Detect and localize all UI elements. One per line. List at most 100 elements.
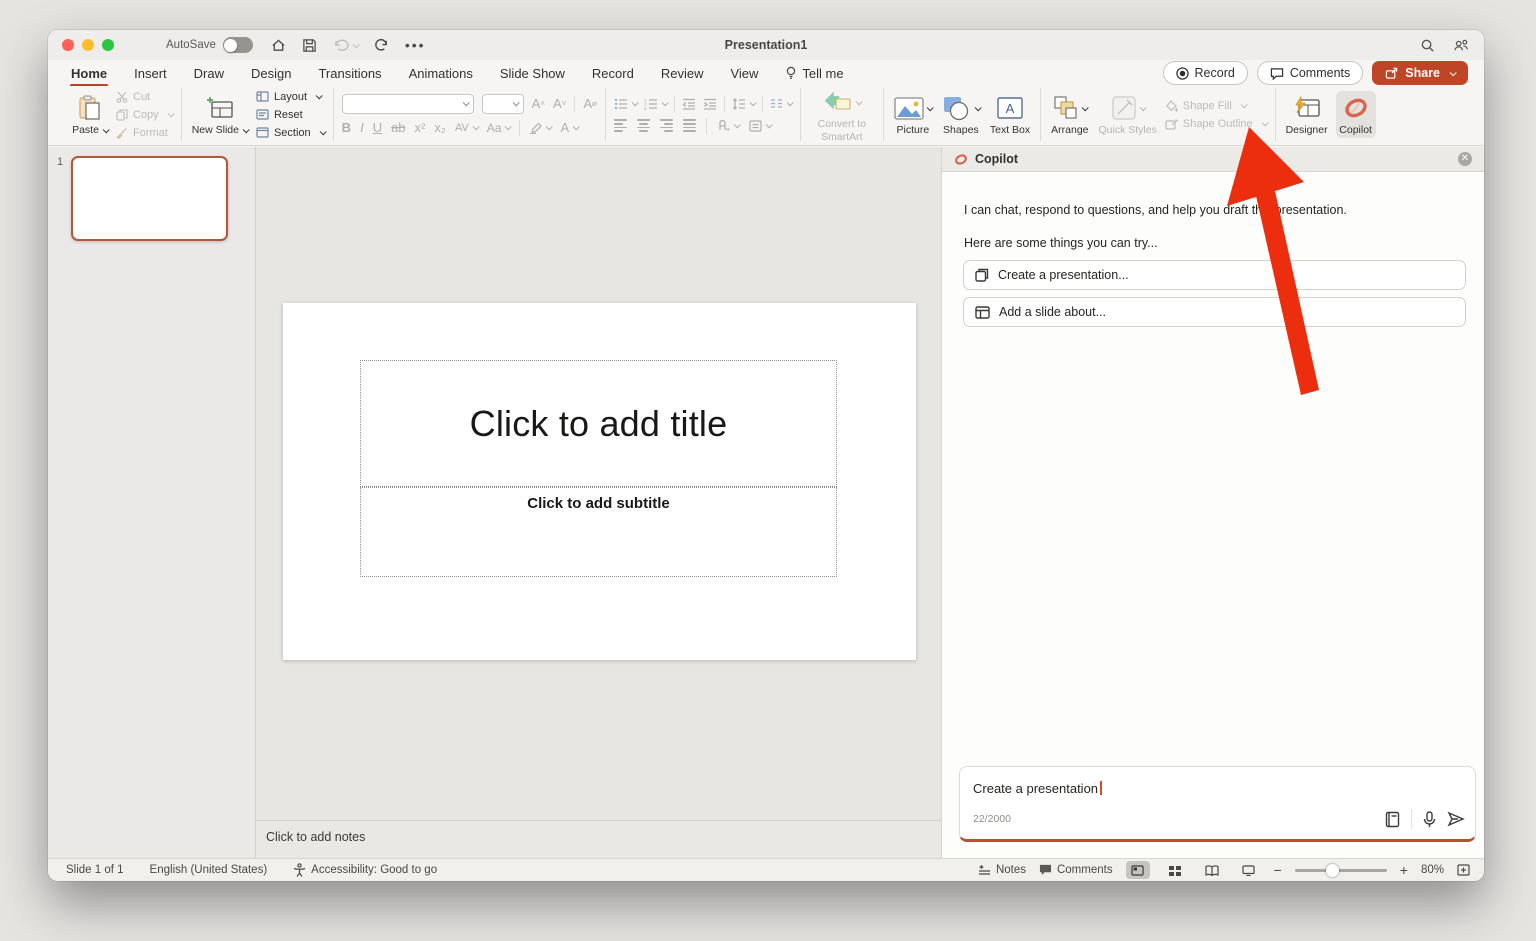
picture-button[interactable]: Picture: [892, 91, 934, 137]
copy-button[interactable]: Copy: [116, 107, 173, 122]
reset-button[interactable]: Reset: [256, 107, 325, 122]
shape-fill-chevron-icon: [1240, 101, 1247, 108]
notes-pane[interactable]: Click to add notes: [256, 820, 941, 858]
change-case-button[interactable]: Aa: [487, 121, 511, 135]
character-spacing-button[interactable]: AV: [455, 122, 478, 134]
slideshow-view-button[interactable]: [1237, 861, 1261, 879]
shapes-button[interactable]: Shapes: [940, 91, 982, 137]
align-center-button[interactable]: [637, 119, 650, 131]
bullets-button[interactable]: [614, 98, 637, 110]
justify-button[interactable]: [683, 119, 696, 131]
close-window-button[interactable]: [62, 39, 74, 51]
record-button[interactable]: Record: [1163, 61, 1248, 85]
copilot-button[interactable]: Copilot: [1336, 91, 1376, 137]
columns-button[interactable]: [770, 98, 792, 109]
convert-to-smartart-button[interactable]: Convert to SmartArt: [809, 85, 875, 143]
strikethrough-button[interactable]: ab: [391, 120, 405, 135]
quick-styles-button[interactable]: Quick Styles: [1097, 91, 1159, 137]
suggestion-create-presentation[interactable]: Create a presentation...: [963, 260, 1466, 290]
accessibility-status[interactable]: Accessibility: Good to go: [293, 863, 437, 877]
text-direction-button[interactable]: [717, 120, 739, 132]
zoom-level[interactable]: 80%: [1421, 864, 1444, 876]
arrange-button[interactable]: Arrange: [1049, 91, 1090, 137]
line-spacing-button[interactable]: [732, 98, 755, 110]
share-icon: [1385, 67, 1399, 80]
tab-tell-me[interactable]: Tell me: [784, 63, 844, 84]
close-copilot-icon[interactable]: ✕: [1458, 152, 1472, 166]
superscript-button[interactable]: x²: [415, 120, 426, 135]
tab-review[interactable]: Review: [660, 63, 705, 84]
tab-design[interactable]: Design: [250, 63, 292, 84]
font-name-select[interactable]: [342, 94, 474, 114]
underline-button[interactable]: U: [373, 120, 382, 135]
share-button[interactable]: Share: [1372, 61, 1468, 85]
reading-view-button[interactable]: [1200, 861, 1224, 879]
slide-canvas[interactable]: Click to add title Click to add subtitle: [283, 303, 916, 660]
tab-insert[interactable]: Insert: [133, 63, 168, 84]
search-icon[interactable]: [1420, 38, 1435, 53]
zoom-out-icon[interactable]: −: [1274, 862, 1282, 878]
more-commands-icon[interactable]: •••: [405, 37, 426, 53]
align-right-button[interactable]: [660, 119, 673, 131]
subtitle-placeholder[interactable]: Click to add subtitle: [360, 487, 837, 577]
layout-button[interactable]: Layout: [256, 89, 325, 104]
font-color-button[interactable]: A: [560, 120, 578, 135]
paste-button[interactable]: Paste: [70, 91, 110, 137]
tab-record[interactable]: Record: [591, 63, 635, 84]
decrease-font-size-button[interactable]: A˅: [553, 96, 566, 111]
slide-thumbnail[interactable]: [71, 156, 228, 241]
slide-count: Slide 1 of 1: [66, 864, 124, 876]
presence-people-icon[interactable]: [1453, 38, 1470, 53]
decrease-indent-button[interactable]: [682, 98, 696, 110]
zoom-slider-handle[interactable]: [1326, 864, 1339, 877]
tab-slideshow[interactable]: Slide Show: [499, 63, 566, 84]
title-placeholder[interactable]: Click to add title: [360, 360, 837, 487]
increase-font-size-button[interactable]: A˄: [532, 96, 545, 111]
zoom-in-icon[interactable]: +: [1400, 862, 1408, 878]
normal-view-button[interactable]: [1126, 861, 1150, 879]
numbering-button[interactable]: 123: [644, 98, 667, 110]
lightbulb-icon: [785, 66, 797, 80]
zoom-window-button[interactable]: [102, 39, 114, 51]
tab-view[interactable]: View: [729, 63, 759, 84]
slide-sorter-view-button[interactable]: [1163, 861, 1187, 879]
fit-slide-to-window-icon[interactable]: [1457, 864, 1470, 876]
shape-fill-button[interactable]: Shape Fill: [1165, 98, 1267, 113]
subscript-button[interactable]: x₂: [434, 120, 446, 135]
cut-button[interactable]: Cut: [116, 89, 173, 104]
designer-button[interactable]: Designer: [1284, 91, 1330, 137]
format-painter-button[interactable]: Format: [116, 125, 173, 140]
text-box-button[interactable]: A Text Box: [988, 91, 1032, 137]
comments-button[interactable]: Comments: [1257, 61, 1363, 85]
text-highlight-button[interactable]: [529, 122, 551, 134]
section-button[interactable]: Section: [256, 125, 325, 140]
align-text-button[interactable]: [749, 120, 771, 132]
clear-formatting-button[interactable]: A⌀: [583, 96, 597, 111]
language-indicator[interactable]: English (United States): [150, 864, 268, 876]
microphone-icon[interactable]: [1423, 811, 1436, 828]
send-icon[interactable]: [1447, 811, 1465, 827]
suggestion-add-slide[interactable]: Add a slide about...: [963, 297, 1466, 327]
tab-draw[interactable]: Draw: [193, 63, 225, 84]
undo-icon[interactable]: [333, 38, 358, 52]
bold-button[interactable]: B: [342, 120, 351, 135]
tab-animations[interactable]: Animations: [408, 63, 474, 84]
align-left-button[interactable]: [614, 119, 627, 131]
autosave-toggle[interactable]: [223, 37, 253, 53]
copilot-input[interactable]: Create a presentation 22/2000: [959, 766, 1476, 842]
zoom-slider[interactable]: [1295, 864, 1387, 877]
comments-toggle[interactable]: Comments: [1039, 864, 1113, 876]
prompt-library-icon[interactable]: [1385, 811, 1400, 828]
tab-transitions[interactable]: Transitions: [317, 63, 382, 84]
tab-home[interactable]: Home: [70, 63, 108, 84]
notes-toggle[interactable]: Notes: [978, 864, 1026, 876]
save-icon[interactable]: [302, 38, 317, 53]
font-size-select[interactable]: [482, 94, 524, 114]
redo-icon[interactable]: [374, 38, 389, 53]
home-icon[interactable]: [271, 38, 286, 53]
minimize-window-button[interactable]: [82, 39, 94, 51]
italic-button[interactable]: I: [360, 120, 364, 135]
new-slide-button[interactable]: New Slide: [190, 91, 250, 137]
shape-outline-button[interactable]: Shape Outline: [1165, 116, 1267, 131]
increase-indent-button[interactable]: [703, 98, 717, 110]
